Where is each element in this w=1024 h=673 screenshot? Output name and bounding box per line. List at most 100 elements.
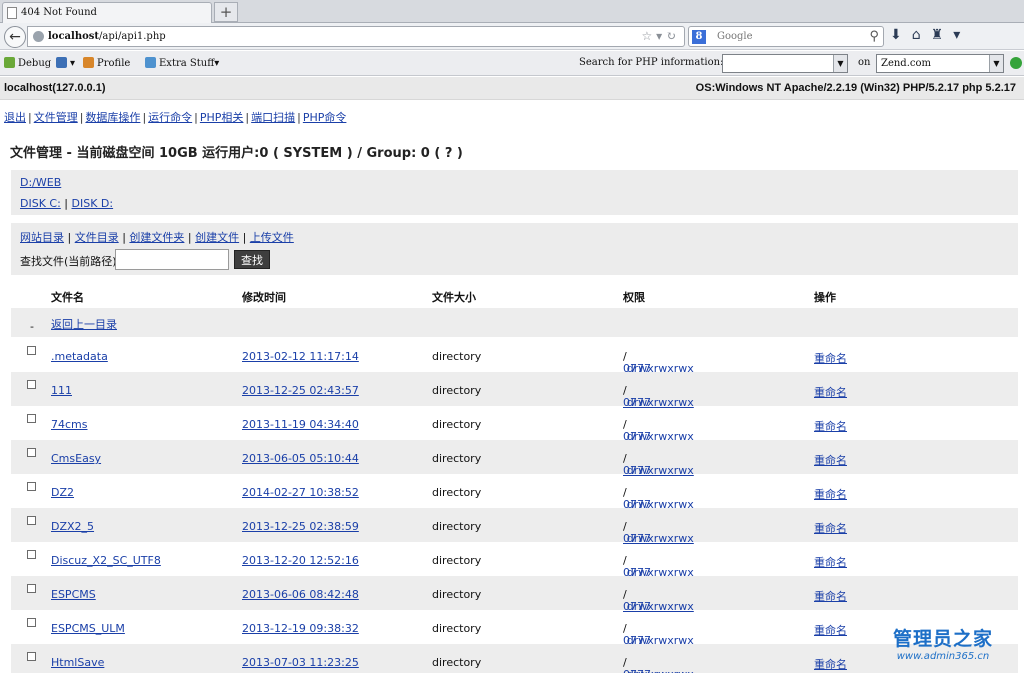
rename-link[interactable]: 重命名 bbox=[814, 656, 847, 672]
file-name-link[interactable]: .metadata bbox=[51, 350, 108, 363]
row-checkbox[interactable] bbox=[27, 482, 36, 491]
col-modified: 修改时间 bbox=[242, 291, 286, 304]
disk-d-link[interactable]: DISK D: bbox=[72, 197, 114, 210]
current-path-link[interactable]: D:/WEB bbox=[20, 176, 61, 189]
file-name-link[interactable]: HtmlSave bbox=[51, 656, 104, 669]
rename-link[interactable]: 重命名 bbox=[814, 554, 847, 570]
file-name-link[interactable]: ESPCMS bbox=[51, 588, 96, 601]
col-actions: 操作 bbox=[814, 291, 836, 304]
modified-time-link[interactable]: 2013-12-25 02:38:59 bbox=[242, 520, 359, 533]
page-icon bbox=[7, 7, 17, 19]
rename-link[interactable]: 重命名 bbox=[814, 622, 847, 638]
menu-php-related[interactable]: PHP相关 bbox=[200, 111, 244, 124]
search-icon[interactable]: ⚲ bbox=[869, 27, 879, 46]
file-dir-link[interactable]: 文件目录 bbox=[75, 231, 119, 244]
debug-options-icon[interactable]: ▾ bbox=[56, 57, 75, 69]
rename-link[interactable]: 重命名 bbox=[814, 588, 847, 604]
modified-time-link[interactable]: 2014-02-27 10:38:52 bbox=[242, 486, 359, 499]
search-engine-icon[interactable]: 8 bbox=[692, 30, 706, 44]
system-info: OS:Windows NT Apache/2.2.19 (Win32) PHP/… bbox=[695, 82, 1016, 94]
row-checkbox[interactable] bbox=[27, 414, 36, 423]
file-name-link[interactable]: CmsEasy bbox=[51, 452, 101, 465]
modified-time-link[interactable]: 2013-12-19 09:38:32 bbox=[242, 622, 359, 635]
modified-time-link[interactable]: 2013-06-06 08:42:48 bbox=[242, 588, 359, 601]
back-arrow-icon[interactable]: ← bbox=[4, 26, 26, 48]
row-checkbox[interactable] bbox=[27, 584, 36, 593]
bookmark-star-icon[interactable]: ☆ ▾ ↻ bbox=[642, 27, 676, 46]
action-panel: 网站目录 | 文件目录 | 创建文件夹 | 创建文件 | 上传文件 查找文件(当… bbox=[11, 223, 1018, 275]
home-icon[interactable]: ⌂ bbox=[912, 27, 931, 43]
profile-button[interactable]: Profile bbox=[83, 57, 130, 69]
navigation-bar: ← localhost/api/api1.php ☆ ▾ ↻ 8 Google … bbox=[0, 23, 1024, 50]
menu-run-command[interactable]: 运行命令 bbox=[148, 111, 192, 124]
rename-link[interactable]: 重命名 bbox=[814, 486, 847, 502]
file-name-link[interactable]: DZX2_5 bbox=[51, 520, 94, 533]
row-checkbox[interactable] bbox=[27, 516, 36, 525]
upload-file-link[interactable]: 上传文件 bbox=[250, 231, 294, 244]
modified-time-link[interactable]: 2013-12-25 02:43:57 bbox=[242, 384, 359, 397]
php-search-input[interactable]: ▼ bbox=[722, 54, 848, 73]
disk-c-link[interactable]: DISK C: bbox=[20, 197, 61, 210]
modified-time-link[interactable]: 2013-06-05 05:10:44 bbox=[242, 452, 359, 465]
bug-icon bbox=[4, 57, 15, 68]
menu-icon[interactable]: ▾ bbox=[953, 27, 970, 43]
browser-tab[interactable]: 404 Not Found bbox=[2, 2, 212, 23]
file-name-link[interactable]: ESPCMS_ULM bbox=[51, 622, 125, 635]
row-checkbox[interactable] bbox=[27, 380, 36, 389]
chevron-down-icon[interactable]: ▼ bbox=[833, 55, 847, 72]
rename-link[interactable]: 重命名 bbox=[814, 350, 847, 366]
parent-dir-link[interactable]: 返回上一目录 bbox=[51, 316, 117, 332]
row-checkbox[interactable] bbox=[27, 652, 36, 661]
go-icon[interactable] bbox=[1010, 57, 1022, 69]
debug-button[interactable]: Debug bbox=[4, 57, 51, 69]
rename-link[interactable]: 重命名 bbox=[814, 452, 847, 468]
on-label: on bbox=[858, 57, 871, 68]
menu-database[interactable]: 数据库操作 bbox=[85, 111, 140, 124]
row-checkbox[interactable] bbox=[27, 448, 36, 457]
perm-string-link[interactable]: drwxrwxrwx bbox=[627, 668, 694, 673]
download-icon[interactable]: ⬇ bbox=[890, 27, 912, 43]
create-file-link[interactable]: 创建文件 bbox=[195, 231, 239, 244]
table-row: Discuz_X2_SC_UTF8 2013-12-20 12:52:16 di… bbox=[11, 542, 1018, 579]
col-permission: 权限 bbox=[623, 291, 645, 304]
table-row: CmsEasy 2013-06-05 05:10:44 directory 07… bbox=[11, 440, 1018, 477]
search-engine-name: Google bbox=[717, 31, 753, 42]
modified-time-link[interactable]: 2013-07-03 11:23:25 bbox=[242, 656, 359, 669]
addon-icon[interactable]: ♜ bbox=[931, 27, 954, 43]
menu-php-command[interactable]: PHP命令 bbox=[303, 111, 347, 124]
file-name-link[interactable]: DZ2 bbox=[51, 486, 74, 499]
rename-link[interactable]: 重命名 bbox=[814, 384, 847, 400]
find-label: 查找文件(当前路径): bbox=[20, 255, 121, 268]
url-host: localhost bbox=[48, 31, 100, 42]
menu-logout[interactable]: 退出 bbox=[4, 111, 26, 124]
modified-time-link[interactable]: 2013-12-20 12:52:16 bbox=[242, 554, 359, 567]
chevron-down-icon[interactable]: ▼ bbox=[989, 55, 1003, 72]
create-folder-link[interactable]: 创建文件夹 bbox=[129, 231, 184, 244]
row-checkbox[interactable] bbox=[27, 550, 36, 559]
table-row: 74cms 2013-11-19 04:34:40 directory 0777… bbox=[11, 406, 1018, 443]
modified-time-link[interactable]: 2013-02-12 11:17:14 bbox=[242, 350, 359, 363]
menu-port-scan[interactable]: 端口扫描 bbox=[251, 111, 295, 124]
web-root-link[interactable]: 网站目录 bbox=[20, 231, 64, 244]
new-tab-button[interactable]: + bbox=[214, 2, 238, 22]
tab-title: 404 Not Found bbox=[21, 7, 97, 18]
modified-time-link[interactable]: 2013-11-19 04:34:40 bbox=[242, 418, 359, 431]
file-name-link[interactable]: Discuz_X2_SC_UTF8 bbox=[51, 554, 161, 567]
table-row: .metadata 2013-02-12 11:17:14 directory … bbox=[11, 338, 1018, 375]
find-input[interactable] bbox=[115, 249, 229, 270]
address-bar[interactable]: localhost/api/api1.php ☆ ▾ ↻ bbox=[27, 26, 685, 47]
find-button[interactable]: 查找 bbox=[234, 250, 270, 269]
extra-stuff-button[interactable]: Extra Stuff▾ bbox=[145, 57, 219, 69]
rename-link[interactable]: 重命名 bbox=[814, 520, 847, 536]
row-checkbox[interactable] bbox=[27, 346, 36, 355]
rename-link[interactable]: 重命名 bbox=[814, 418, 847, 434]
search-bar[interactable]: 8 Google ⚲ bbox=[688, 26, 884, 47]
main-menu: 退出 | 文件管理 | 数据库操作 | 运行命令 | PHP相关 | 端口扫描 | PHP命令 bbox=[4, 111, 347, 124]
file-name-link[interactable]: 74cms bbox=[51, 418, 88, 431]
menu-file-manager[interactable]: 文件管理 bbox=[34, 111, 78, 124]
search-site-select[interactable]: Zend.com ▼ bbox=[876, 54, 1004, 73]
parent-dash: - bbox=[30, 320, 34, 333]
table-row: DZX2_5 2013-12-25 02:38:59 directory 077… bbox=[11, 508, 1018, 545]
file-name-link[interactable]: 111 bbox=[51, 384, 72, 397]
row-checkbox[interactable] bbox=[27, 618, 36, 627]
